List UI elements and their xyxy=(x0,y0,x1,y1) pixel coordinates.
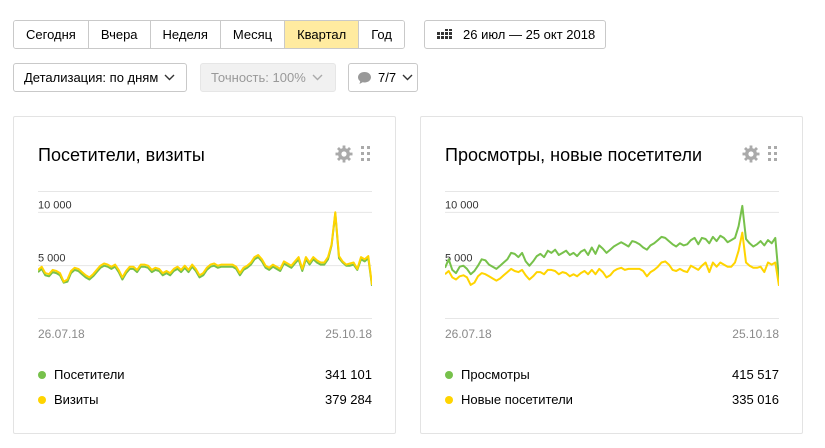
legend-name: Просмотры xyxy=(461,367,530,382)
x-end-label: 25.10.18 xyxy=(732,327,779,341)
period-yesterday-button[interactable]: Вчера xyxy=(88,21,151,48)
calendar-icon xyxy=(437,28,453,41)
chevron-down-icon xyxy=(312,74,323,81)
period-today-button[interactable]: Сегодня xyxy=(14,21,89,48)
widget-title: Просмотры, новые посетители xyxy=(445,145,703,165)
comment-bubble-icon xyxy=(357,71,372,85)
legend-item[interactable]: Визиты 379 284 xyxy=(38,387,372,412)
legend-name: Новые посетители xyxy=(461,392,573,407)
accuracy-label: Точность: 100% xyxy=(211,70,306,85)
legend-item[interactable]: Новые посетители 335 016 xyxy=(445,387,779,412)
period-quarter-button[interactable]: Квартал xyxy=(285,21,360,48)
legend-value: 379 284 xyxy=(325,392,372,407)
visitors-chart: 5 000 10 000 xyxy=(38,191,372,319)
widget-title: Посетители, визиты xyxy=(38,145,205,165)
widget-tools xyxy=(742,145,778,163)
legend-item[interactable]: Посетители 341 101 xyxy=(38,362,372,387)
series-line-1 xyxy=(38,212,372,287)
legend-value: 415 517 xyxy=(732,367,779,382)
legend-name: Визиты xyxy=(54,392,99,407)
gear-icon[interactable] xyxy=(335,145,353,163)
legend-value: 335 016 xyxy=(732,392,779,407)
period-month-button[interactable]: Месяц xyxy=(220,21,286,48)
series-dot xyxy=(38,395,46,404)
x-start-label: 26.07.18 xyxy=(38,327,85,341)
pageviews-chart: 5 000 10 000 xyxy=(445,191,779,319)
period-year-button[interactable]: Год xyxy=(359,21,404,48)
series-dot xyxy=(445,395,453,404)
legend-value: 341 101 xyxy=(325,367,372,382)
segments-label: 7/7 xyxy=(378,70,397,85)
drag-handle-icon[interactable] xyxy=(768,146,778,162)
chevron-down-icon xyxy=(402,74,413,81)
visitors-visits-widget: Посетители, визиты 5 000 10 000 26.07.18… xyxy=(13,116,396,434)
series-dot xyxy=(445,370,453,379)
legend-name: Посетители xyxy=(54,367,125,382)
x-start-label: 26.07.18 xyxy=(445,327,492,341)
y-tick-label: 10 000 xyxy=(38,199,72,211)
accuracy-select[interactable]: Точность: 100% xyxy=(200,63,336,92)
y-tick-label: 10 000 xyxy=(445,199,479,211)
chevron-down-icon xyxy=(164,74,175,81)
pageviews-new-visitors-widget: Просмотры, новые посетители 5 000 10 000… xyxy=(420,116,803,434)
detail-select[interactable]: Детализация: по дням xyxy=(13,63,187,92)
drag-handle-icon[interactable] xyxy=(361,146,371,162)
chart-legend: Посетители 341 101 Визиты 379 284 xyxy=(38,362,372,412)
series-line-1 xyxy=(445,204,779,280)
period-selector: Сегодня Вчера Неделя Месяц Квартал Год xyxy=(13,20,405,49)
chart-legend: Просмотры 415 517 Новые посетители 335 0… xyxy=(445,362,779,412)
y-tick-label: 5 000 xyxy=(38,253,66,265)
date-range-button[interactable]: 26 июл — 25 окт 2018 xyxy=(424,20,606,49)
date-range-label: 26 июл — 25 окт 2018 xyxy=(463,27,596,42)
series-dot xyxy=(38,370,46,379)
detail-label: Детализация: по дням xyxy=(24,70,159,85)
segments-select[interactable]: 7/7 xyxy=(348,63,418,92)
widget-tools xyxy=(335,145,371,163)
x-axis-labels: 26.07.18 25.10.18 xyxy=(445,327,779,341)
x-end-label: 25.10.18 xyxy=(325,327,372,341)
x-axis-labels: 26.07.18 25.10.18 xyxy=(38,327,372,341)
period-week-button[interactable]: Неделя xyxy=(150,21,221,48)
legend-item[interactable]: Просмотры 415 517 xyxy=(445,362,779,387)
gear-icon[interactable] xyxy=(742,145,760,163)
